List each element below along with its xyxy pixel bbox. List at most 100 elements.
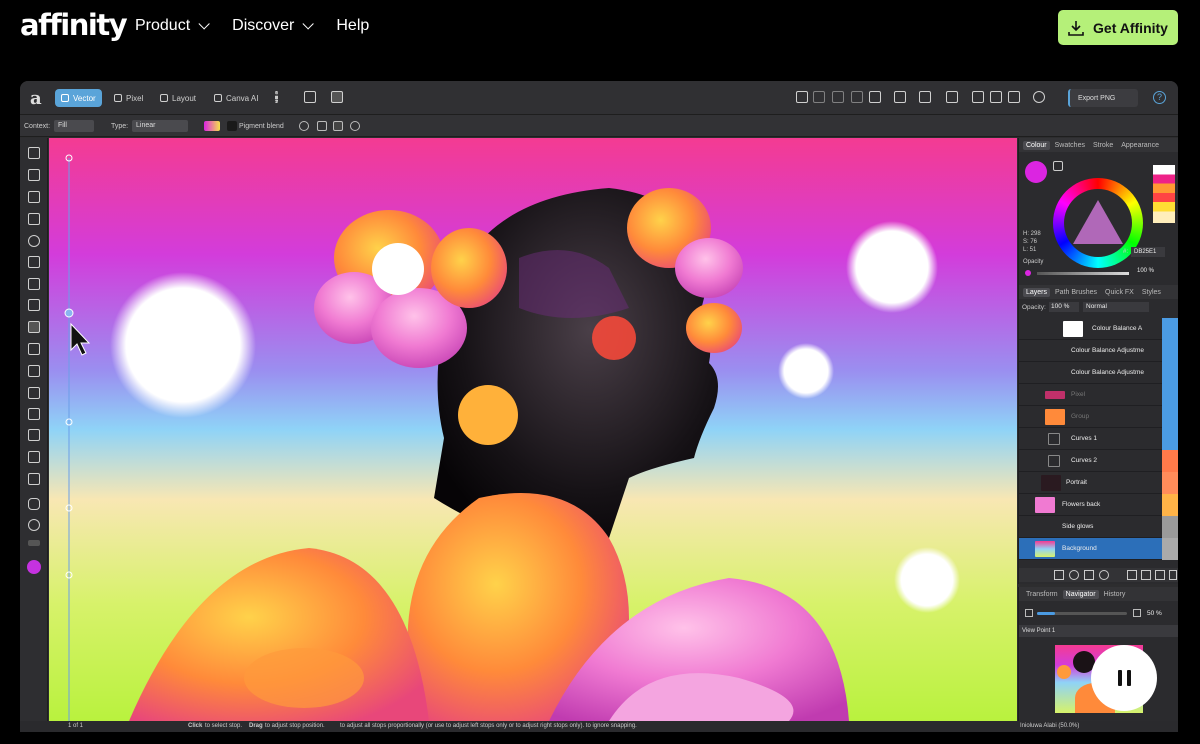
layer-row[interactable]: Colour Balance Adjustme [1019,362,1178,384]
adjustment-icon[interactable] [1084,570,1094,580]
visibility-icon[interactable] [1162,494,1178,516]
vector-brush-icon[interactable] [28,299,40,311]
nav-product[interactable]: Product [135,17,210,35]
visibility-icon[interactable] [1162,472,1178,494]
layer-opacity-input[interactable]: 100 % [1049,302,1079,312]
tab-transform[interactable]: Transform [1023,590,1061,599]
app-logo-icon[interactable]: a [30,88,42,109]
pencil-tool-icon[interactable] [28,278,40,290]
boolean-subtract-icon[interactable] [832,91,844,103]
affinity-logo[interactable]: affinity [20,8,128,42]
eyedropper-tool-icon[interactable] [28,473,40,485]
aspect-icon[interactable] [333,121,343,131]
view-point-select[interactable]: View Point 1 [1019,625,1178,637]
nav-discover[interactable]: Discover [232,17,315,35]
visibility-icon[interactable] [1162,362,1178,384]
get-affinity-button[interactable]: Get Affinity [1058,10,1178,45]
assistant-icon[interactable] [304,91,316,103]
persona-canva-ai[interactable]: Canva AI [208,89,264,107]
nav-help[interactable]: Help [336,17,369,35]
tab-history[interactable]: History [1101,590,1129,599]
shape-builder-icon[interactable] [28,235,40,247]
mask-icon[interactable] [990,91,1002,103]
boolean-divide-icon[interactable] [869,91,881,103]
move-tool-icon[interactable] [28,147,40,159]
image-tool-icon[interactable] [28,408,40,420]
layer-row[interactable]: Pixel [1019,384,1178,406]
anchor-icon[interactable] [350,121,360,131]
flip-icon[interactable] [919,91,931,103]
tab-layers[interactable]: Layers [1023,287,1051,297]
gradient-swatch[interactable] [204,121,220,131]
layer-row[interactable]: Colour Balance Adjustme [1019,340,1178,362]
tab-colour[interactable]: Colour [1023,140,1050,150]
opacity-value[interactable]: 100 % [1137,268,1154,274]
page-indicator[interactable]: 1 of 1 [68,721,83,732]
current-color-swatch[interactable] [27,560,41,574]
crop-icon[interactable] [1008,91,1020,103]
zoom-tool-icon[interactable] [28,519,40,531]
zoom-value[interactable]: 50 % [1147,610,1162,617]
persona-pixel[interactable]: Pixel [108,89,149,107]
reverse-icon[interactable] [299,121,309,131]
transform-icon[interactable] [894,91,906,103]
eyedropper-icon[interactable] [1053,161,1063,171]
tab-navigator[interactable]: Navigator [1062,589,1099,599]
more-tools-icon[interactable] [28,540,40,546]
corner-tool-icon[interactable] [28,213,40,225]
document-canvas[interactable] [49,138,1017,721]
visibility-icon[interactable] [1162,450,1178,472]
help-icon[interactable]: ? [1153,91,1166,104]
context-select[interactable]: Fill [54,120,94,132]
visibility-icon[interactable] [1162,406,1178,428]
fill-color-swatch[interactable] [1025,161,1047,183]
rectangle-tool-icon[interactable] [28,343,40,355]
more-icon[interactable] [275,91,278,103]
visibility-icon[interactable] [1162,428,1178,450]
pigment-checkbox[interactable] [227,121,237,131]
hex-input[interactable]: DB25E1 [1131,247,1165,257]
type-select[interactable]: Linear [132,120,188,132]
colour-wheel[interactable] [1053,178,1143,268]
arrange-icon[interactable] [796,91,808,103]
layer-row[interactable]: Curves 2 [1019,450,1178,472]
tab-stroke[interactable]: Stroke [1090,141,1116,150]
live-filter-icon[interactable] [1099,570,1109,580]
zoom-out-icon[interactable] [1025,609,1033,617]
text-tool-icon[interactable] [28,387,40,399]
tab-path-brushes[interactable]: Path Brushes [1052,288,1100,297]
visibility-icon[interactable] [1162,384,1178,406]
frame-text-icon[interactable] [28,365,40,377]
export-png-button[interactable]: Export PNG [1068,89,1138,107]
fx-icon[interactable] [1054,570,1064,580]
edit-icon[interactable] [1033,91,1045,103]
add-layer-icon[interactable] [1127,570,1137,580]
blend-mode-select[interactable]: Normal [1083,302,1149,312]
tab-styles[interactable]: Styles [1139,288,1164,297]
opacity-slider[interactable] [1037,272,1129,275]
layer-row[interactable]: Colour Balance A [1019,318,1178,340]
gradient-tool-icon[interactable] [28,321,40,333]
layer-row[interactable]: Group [1019,406,1178,428]
pixel-layer-icon[interactable] [1155,570,1165,580]
ruler-tool-icon[interactable] [28,451,40,463]
group-icon[interactable] [972,91,984,103]
pen-tool-icon[interactable] [28,256,40,268]
boolean-add-icon[interactable] [813,91,825,103]
layer-row[interactable]: Side glows [1019,516,1178,538]
boolean-intersect-icon[interactable] [851,91,863,103]
node-tool-icon[interactable] [28,191,40,203]
pause-button[interactable] [1091,645,1157,711]
layer-row[interactable]: Background [1019,538,1178,560]
visibility-icon[interactable] [1162,538,1178,560]
artboard-tool-icon[interactable] [28,169,40,181]
visibility-icon[interactable] [1162,318,1178,340]
zoom-slider[interactable] [1037,612,1127,615]
zoom-in-icon[interactable] [1133,609,1141,617]
layer-row[interactable]: Portrait [1019,472,1178,494]
trash-icon[interactable] [1169,570,1177,580]
persona-layout[interactable]: Layout [154,89,202,107]
layer-row[interactable]: Flowers back [1019,494,1178,516]
folder-icon[interactable] [1141,570,1151,580]
swatch-palette[interactable] [1153,165,1175,223]
